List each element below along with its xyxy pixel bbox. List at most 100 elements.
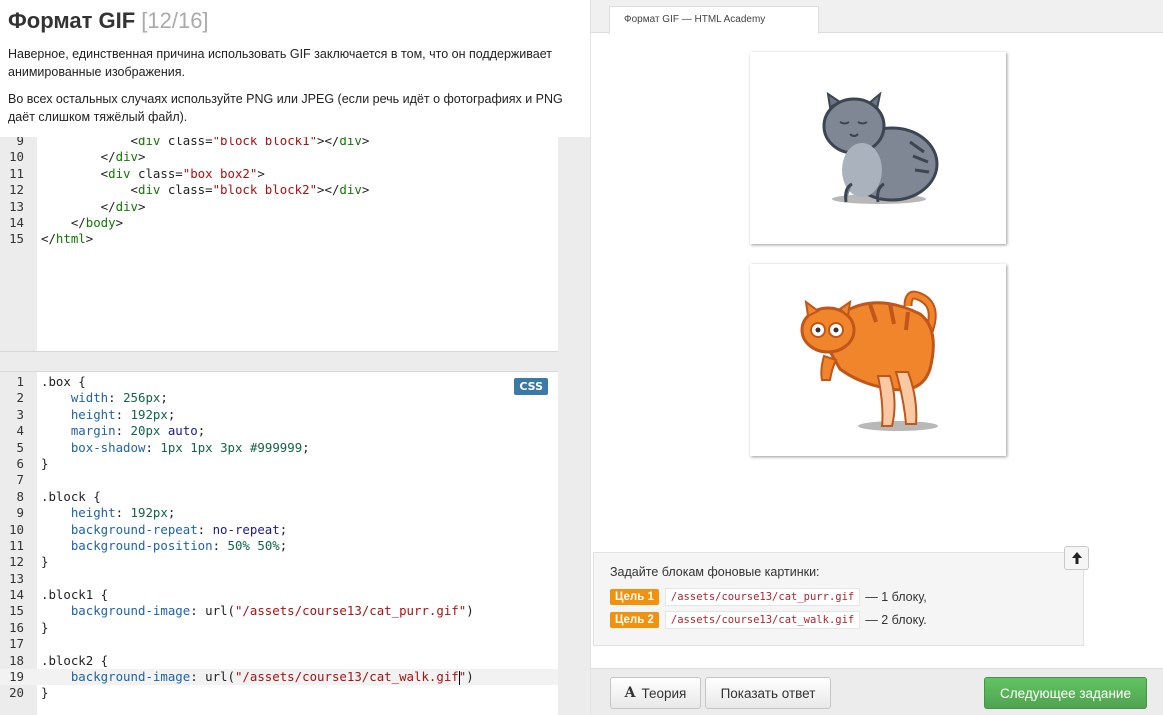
- css-editor-line[interactable]: 16}: [0, 620, 558, 636]
- goal-badge-1: Цель 1: [610, 589, 659, 605]
- css-editor-line[interactable]: 19 background-image: url("/assets/course…: [0, 669, 558, 686]
- code-text[interactable]: background-repeat: no-repeat;: [41, 522, 287, 538]
- html-editor-line[interactable]: 11 <div class="box box2">: [0, 166, 558, 182]
- code-text[interactable]: .box {: [41, 374, 86, 390]
- goal-path-2: /assets/course13/cat_walk.gif: [664, 611, 861, 629]
- code-text[interactable]: background-image: url("/assets/course13/…: [41, 603, 474, 619]
- line-number: 14: [9, 214, 24, 230]
- arrow-up-icon: [1071, 552, 1082, 564]
- theory-button-label: Теория: [641, 685, 687, 701]
- code-text[interactable]: }: [41, 620, 48, 636]
- css-editor-line[interactable]: 7: [0, 472, 558, 488]
- css-editor-line[interactable]: 12}: [0, 554, 558, 570]
- css-editor-line[interactable]: 17: [0, 636, 558, 652]
- html-editor[interactable]: 9 <div class="block block1"></div> 10 </d…: [0, 130, 558, 352]
- css-editor-line[interactable]: 6}: [0, 456, 558, 472]
- css-editor[interactable]: 1 .box {2 width: 256px; 3 height: 192px; 4 …: [0, 371, 558, 715]
- goal-badge-2: Цель 2: [610, 612, 659, 628]
- line-number: 10: [9, 521, 24, 537]
- html-editor-line[interactable]: 14 </body>: [0, 215, 558, 231]
- line-number: 11: [9, 165, 24, 181]
- goal-suffix-1: — 1 блоку,: [865, 590, 927, 604]
- line-number: 15: [9, 603, 24, 619]
- collapse-task-button[interactable]: [1064, 546, 1089, 570]
- text-cursor: [458, 670, 460, 685]
- preview-area: [591, 34, 1163, 552]
- css-editor-line[interactable]: 14 .block1 {: [0, 587, 558, 603]
- goal-row-2: Цель 2 /assets/course13/cat_walk.gif — 2…: [610, 611, 1083, 629]
- html-editor-lines[interactable]: 9 <div class="block block1"></div> 10 </d…: [0, 133, 558, 248]
- css-editor-line[interactable]: 2 width: 256px;: [0, 390, 558, 406]
- line-number: 19: [9, 669, 24, 685]
- code-text[interactable]: .block {: [41, 489, 101, 505]
- css-editor-line[interactable]: 9 height: 192px;: [0, 505, 558, 521]
- preview-tab[interactable]: Формат GIF — HTML Academy: [609, 6, 819, 34]
- code-text[interactable]: margin: 20px auto;: [41, 423, 205, 439]
- code-text[interactable]: </html>: [41, 231, 93, 247]
- css-editor-line[interactable]: 3 height: 192px;: [0, 407, 558, 423]
- bottom-toolbar: A Теория Показать ответ Следующее задани…: [591, 668, 1163, 715]
- css-editor-line[interactable]: 4 margin: 20px auto;: [0, 423, 558, 439]
- code-text[interactable]: </div>: [41, 149, 146, 165]
- line-number: 13: [9, 570, 24, 586]
- code-text[interactable]: .block2 {: [41, 653, 108, 669]
- html-editor-line[interactable]: 13 </div>: [0, 199, 558, 215]
- line-number: 17: [9, 636, 24, 652]
- code-text[interactable]: </div>: [41, 199, 146, 215]
- next-task-button[interactable]: Следующее задание: [984, 677, 1147, 709]
- theory-icon: A: [624, 685, 636, 701]
- line-number: 2: [16, 390, 24, 406]
- task-panel: Задайте блокам фоновые картинки: Цель 1 …: [593, 552, 1084, 646]
- preview-box-2: [750, 264, 1006, 456]
- theory-paragraph-1: Наверное, единственная причина использов…: [8, 47, 552, 79]
- line-number: 18: [9, 652, 24, 668]
- line-number: 12: [9, 554, 24, 570]
- code-text[interactable]: box-shadow: 1px 1px 3px #999999;: [41, 440, 310, 456]
- goal-row-1: Цель 1 /assets/course13/cat_purr.gif — 1…: [610, 588, 1083, 606]
- code-text[interactable]: }: [41, 554, 48, 570]
- code-text[interactable]: <div class="block block2"></div>: [41, 182, 370, 198]
- code-text[interactable]: <div class="box box2">: [41, 166, 265, 182]
- css-language-badge: CSS: [514, 378, 548, 395]
- html-editor-line[interactable]: 15 </html>: [0, 231, 558, 247]
- html-editor-line[interactable]: 12 <div class="block block2"></div>: [0, 182, 558, 198]
- step-counter: [12/16]: [141, 8, 209, 33]
- css-editor-line[interactable]: 1 .box {: [0, 374, 558, 390]
- show-answer-button[interactable]: Показать ответ: [705, 677, 831, 709]
- css-editor-line[interactable]: 5 box-shadow: 1px 1px 3px #999999;: [0, 440, 558, 456]
- left-pane: Формат GIF [12/16] Наверное, единственна…: [0, 0, 590, 715]
- line-number: 12: [9, 182, 24, 198]
- line-number: 14: [9, 587, 24, 603]
- code-text[interactable]: width: 256px;: [41, 390, 168, 406]
- line-number: 9: [16, 505, 24, 521]
- goal-path-1: /assets/course13/cat_purr.gif: [664, 588, 861, 606]
- code-text[interactable]: height: 192px;: [41, 505, 175, 521]
- code-text[interactable]: .block1 {: [41, 587, 108, 603]
- css-editor-line[interactable]: 8 .block {: [0, 489, 558, 505]
- preview-box-1: [750, 52, 1006, 244]
- code-text[interactable]: height: 192px;: [41, 407, 175, 423]
- line-number: 1: [16, 374, 24, 389]
- theory-button[interactable]: A Теория: [610, 677, 701, 709]
- line-number: 15: [9, 231, 24, 247]
- code-text[interactable]: background-position: 50% 50%;: [41, 538, 287, 554]
- code-text[interactable]: }: [41, 456, 48, 472]
- code-text[interactable]: }: [41, 685, 48, 701]
- css-editor-line[interactable]: 13: [0, 571, 558, 587]
- line-number: 13: [9, 198, 24, 214]
- line-number: 16: [9, 619, 24, 635]
- css-editor-line[interactable]: 15 background-image: url("/assets/course…: [0, 603, 558, 619]
- line-number: 4: [16, 423, 24, 439]
- css-editor-lines[interactable]: 1 .box {2 width: 256px; 3 height: 192px; 4 …: [0, 374, 558, 702]
- theory-paragraph-2: Во всех остальных случаях используйте PN…: [8, 92, 563, 124]
- code-text[interactable]: </body>: [41, 215, 123, 231]
- html-editor-line[interactable]: 10 </div>: [0, 149, 558, 165]
- preview-tabbar: Формат GIF — HTML Academy: [591, 0, 1163, 34]
- cat-purr-image: [822, 91, 939, 204]
- line-number: 3: [16, 406, 24, 422]
- code-text[interactable]: background-image: url("/assets/course13/…: [41, 669, 474, 685]
- css-editor-line[interactable]: 20}: [0, 685, 558, 701]
- css-editor-line[interactable]: 10 background-repeat: no-repeat;: [0, 522, 558, 538]
- css-editor-line[interactable]: 11 background-position: 50% 50%;: [0, 538, 558, 554]
- css-editor-line[interactable]: 18 .block2 {: [0, 653, 558, 669]
